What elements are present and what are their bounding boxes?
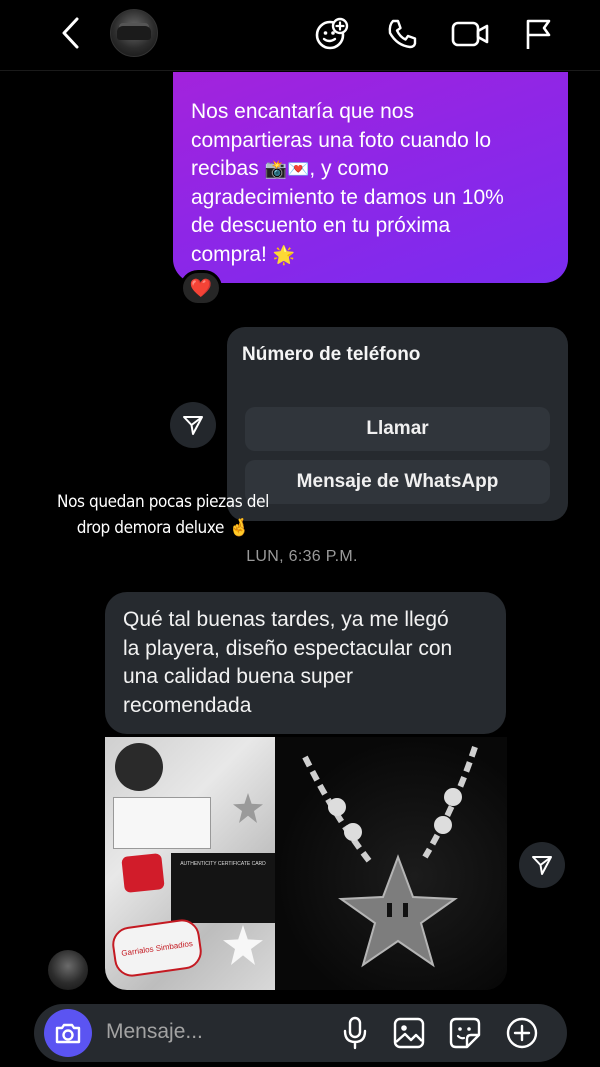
shirt-photo [275, 737, 507, 990]
video-call-button[interactable] [449, 14, 491, 54]
message-line: compartieras una foto cuando lo [191, 128, 492, 152]
message-line: una calidad buena super [123, 665, 354, 688]
chain-graphic [302, 746, 478, 968]
message-text: compra! [191, 242, 267, 266]
message-line: la playera, diseño espectacular con [123, 636, 453, 660]
call-button[interactable] [382, 14, 422, 54]
send-icon [183, 416, 203, 435]
whatsapp-message-button[interactable]: Mensaje de WhatsApp [245, 460, 550, 504]
card-title: Número de teléfono [242, 344, 421, 365]
heart-icon: ❤️ [189, 277, 213, 298]
more-options-button[interactable] [503, 1014, 541, 1052]
report-button[interactable] [520, 14, 556, 54]
effects-button[interactable] [312, 14, 352, 54]
message-text: , y como [309, 157, 389, 180]
sender-avatar[interactable] [48, 950, 88, 990]
image-icon [393, 1017, 425, 1049]
message-timestamp: LUN, 6:36 P.M. [246, 548, 358, 565]
chat-header [0, 0, 600, 70]
message-line: agradecimiento te damos un 10% [191, 185, 504, 209]
camera-icon [55, 1023, 81, 1044]
sticker-text: drop demora deluxe [76, 518, 225, 538]
certificate-card: AUTHENTICITY CERTIFICATE CARD [171, 853, 275, 923]
paper-card [113, 797, 211, 849]
star-sticker [233, 793, 263, 823]
share-button[interactable] [170, 402, 216, 448]
story-sticker-text: Nos quedan pocas piezas del drop demora … [40, 489, 286, 541]
message-line: Qué tal buenas tardes, ya me llegó [123, 608, 449, 631]
message-line: recomendada [123, 693, 252, 717]
contact-avatar[interactable] [110, 9, 158, 57]
voice-message-button[interactable] [338, 1014, 372, 1052]
flag-icon [526, 19, 551, 49]
message-line: Nos encantaría que nos [191, 100, 414, 123]
star-emoji: 🌟 [272, 244, 296, 265]
heart-reaction[interactable]: ❤️ [180, 270, 222, 306]
chevron-left-icon [62, 17, 79, 49]
message-line: de descuento en tu próxima [191, 214, 451, 237]
message-text: recibas [191, 157, 259, 180]
red-sticker [121, 853, 165, 893]
video-icon [451, 21, 489, 47]
message-line: recibas 📸💌, y como [191, 155, 550, 184]
round-sticker [110, 738, 168, 796]
back-button[interactable] [54, 14, 88, 52]
plus-circle-icon [506, 1017, 538, 1049]
sticker-line: Nos quedan pocas piezas del [57, 492, 269, 512]
gallery-button[interactable] [390, 1014, 428, 1052]
phone-icon [388, 19, 417, 49]
white-star-sticker [223, 925, 263, 965]
photo-message[interactable]: AUTHENTICITY CERTIFICATE CARD Garrialos … [105, 737, 507, 990]
love-letter-emoji: 💌 [286, 159, 310, 180]
crossed-fingers-emoji: 🤞 [228, 518, 250, 538]
incoming-message-bubble[interactable]: Qué tal buenas tardes, ya me llegó la pl… [105, 592, 506, 734]
header-divider [0, 70, 600, 71]
sticker-line: drop demora deluxe 🤞 [40, 515, 286, 541]
call-number-button[interactable]: Llamar [245, 407, 550, 451]
outgoing-message-bubble[interactable]: Nos encantaría que nos compartieras una … [173, 72, 568, 283]
microphone-icon [343, 1016, 367, 1050]
sticker-icon [449, 1017, 481, 1049]
camera-button[interactable] [44, 1009, 92, 1057]
sticker-button[interactable] [446, 1014, 484, 1052]
message-input[interactable]: Mensaje... [106, 1020, 203, 1044]
send-icon [532, 856, 552, 875]
avatar-car-image [117, 26, 151, 40]
camera-flash-emoji: 📸 [264, 159, 287, 180]
brand-sticker: Garrialos Simbadios [109, 917, 205, 979]
message-line: compra! 🌟 [191, 241, 550, 270]
share-photo-button[interactable] [519, 842, 565, 888]
packaging-photo: AUTHENTICITY CERTIFICATE CARD Garrialos … [105, 737, 277, 990]
avatar-effects-icon [315, 17, 349, 50]
